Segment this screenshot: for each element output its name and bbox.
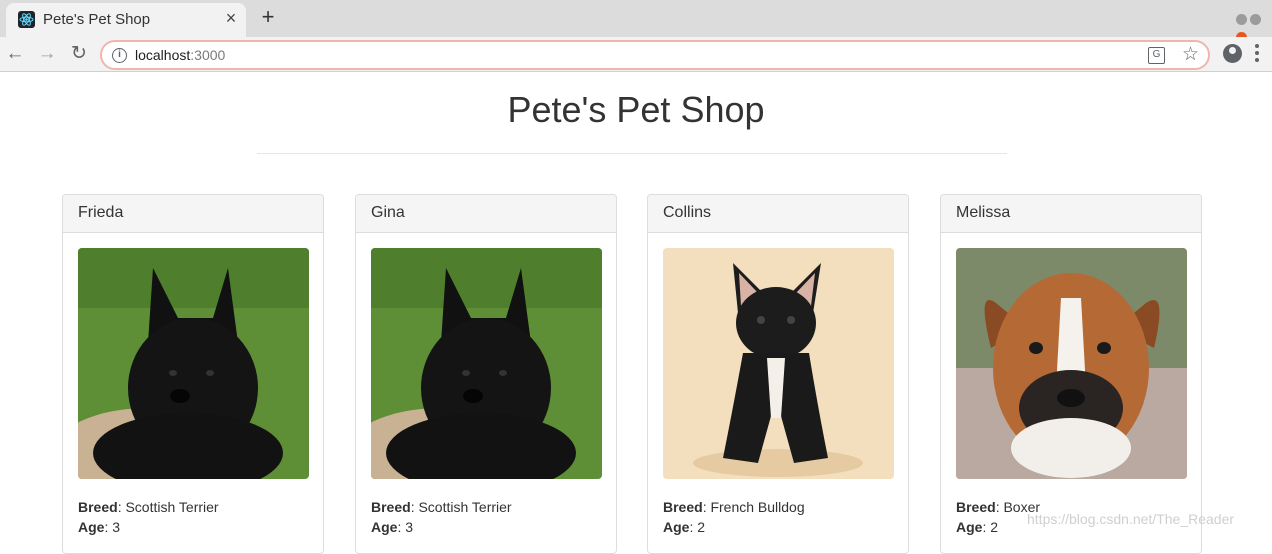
forward-icon[interactable]: → bbox=[35, 42, 59, 66]
pet-breed: Breed: Scottish Terrier bbox=[371, 499, 512, 515]
tab-title: Pete's Pet Shop bbox=[43, 11, 151, 28]
pet-photo-scottish-terrier bbox=[78, 248, 309, 479]
pet-photo-boxer bbox=[956, 248, 1187, 479]
pet-card-melissa: Melissa Breed: Boxer Age: 2 bbox=[940, 194, 1202, 554]
browser-tab-strip: Pete's Pet Shop × + bbox=[0, 0, 1272, 43]
react-favicon-icon bbox=[18, 11, 35, 28]
pet-age: Age: 2 bbox=[663, 519, 706, 535]
pet-breed: Breed: Scottish Terrier bbox=[78, 499, 219, 515]
reload-icon[interactable]: ↻ bbox=[67, 42, 91, 66]
address-bar[interactable]: i localhost:3000 G ☆ bbox=[100, 40, 1210, 70]
window-controls bbox=[1236, 12, 1272, 43]
pet-name: Frieda bbox=[63, 195, 323, 233]
pet-name: Melissa bbox=[941, 195, 1201, 233]
pet-card-frieda: Frieda Breed: Scottish Terrier Age: 3 bbox=[62, 194, 324, 554]
pet-name: Gina bbox=[356, 195, 616, 233]
pet-breed: Breed: French Bulldog bbox=[663, 499, 805, 515]
maximize-window-icon[interactable] bbox=[1250, 14, 1261, 25]
minimize-window-icon[interactable] bbox=[1236, 14, 1247, 25]
pet-photo-french-bulldog bbox=[663, 248, 894, 479]
browser-toolbar: ← → ↻ i localhost:3000 G ☆ bbox=[0, 37, 1272, 72]
watermark-text: https://blog.csdn.net/The_Reader bbox=[1027, 511, 1235, 527]
pet-card-collins: Collins Breed: French Bulldog Age: 2 bbox=[647, 194, 909, 554]
translate-icon[interactable]: G bbox=[1148, 47, 1165, 64]
bookmark-star-icon[interactable]: ☆ bbox=[1182, 44, 1199, 66]
back-icon[interactable]: ← bbox=[3, 42, 27, 66]
pet-photo-scottish-terrier bbox=[371, 248, 602, 479]
site-info-icon[interactable]: i bbox=[112, 48, 127, 63]
close-tab-icon[interactable]: × bbox=[222, 8, 240, 28]
title-divider bbox=[257, 153, 1007, 154]
browser-tab[interactable]: Pete's Pet Shop × bbox=[6, 3, 246, 37]
page-title: Pete's Pet Shop bbox=[507, 89, 765, 130]
browser-menu-icon[interactable] bbox=[1255, 44, 1259, 64]
pet-age: Age: 3 bbox=[371, 519, 414, 535]
pet-age: Age: 2 bbox=[956, 519, 999, 535]
pet-name: Collins bbox=[648, 195, 908, 233]
new-tab-button[interactable]: + bbox=[256, 4, 280, 30]
pet-age: Age: 3 bbox=[78, 519, 121, 535]
url-text[interactable]: localhost:3000 bbox=[135, 47, 225, 63]
pet-card-gina: Gina Breed: Scottish Terrier Age: 3 bbox=[355, 194, 617, 554]
account-icon[interactable] bbox=[1223, 44, 1242, 63]
